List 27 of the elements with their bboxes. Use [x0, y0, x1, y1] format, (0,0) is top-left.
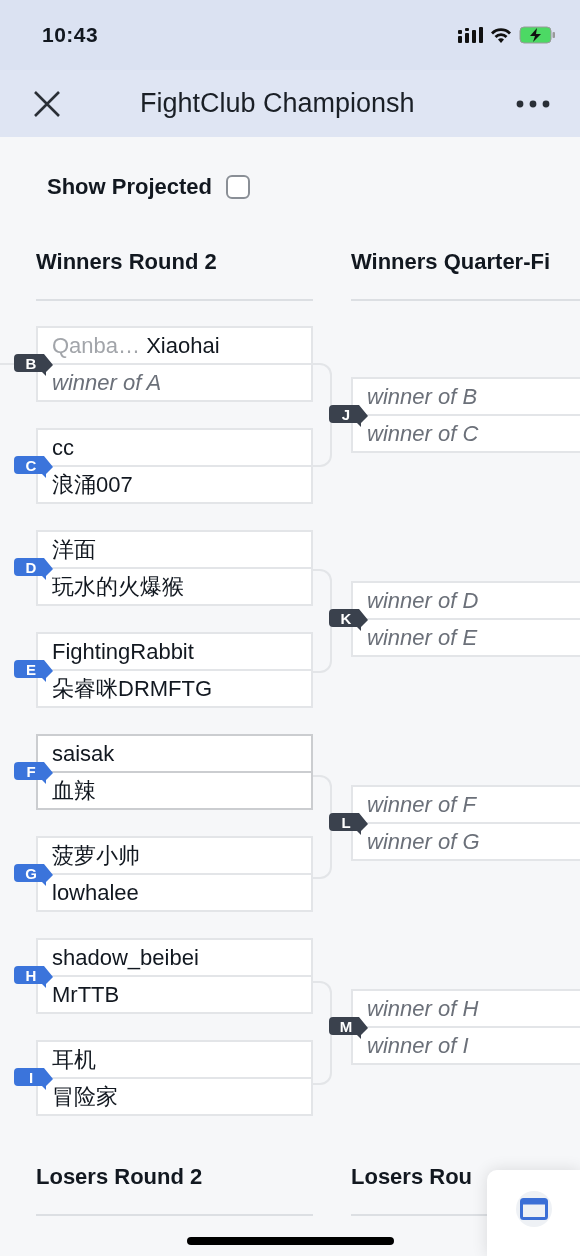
round-title: Winners Quarter-Fi [351, 248, 580, 301]
round-title: Winners Round 2 [36, 248, 313, 301]
player-name: shadow_beibei [51, 944, 200, 972]
placeholder-slot: winner of D [353, 583, 580, 618]
placeholder-slot: winner of B [353, 379, 580, 414]
wifi-icon [490, 27, 512, 43]
player-name: Xiaohai [146, 333, 220, 358]
player-name: cc [51, 434, 75, 462]
team-prefix: Qanba… [52, 333, 141, 358]
player-name: FightingRabbit [51, 638, 195, 666]
player-name: saisak [51, 740, 116, 768]
signal-icon [458, 27, 483, 43]
page-title: FightClub Championsh [140, 88, 416, 119]
close-button[interactable] [33, 89, 61, 118]
player-name: 洋面 [51, 536, 97, 564]
checkbox[interactable] [226, 175, 251, 199]
more-button[interactable] [516, 99, 550, 108]
placeholder-slot: winner of H [353, 991, 580, 1026]
window-icon [519, 1198, 548, 1220]
window-button[interactable] [487, 1170, 580, 1256]
player-name: 耳机 [51, 1046, 97, 1074]
checkbox-label: Show Projected [47, 174, 213, 200]
player-name: 菠萝小帅 [51, 842, 141, 870]
round-title: Losers Round 2 [36, 1163, 313, 1216]
battery-icon [519, 26, 556, 44]
placeholder-slot: winner of F [353, 787, 580, 822]
status-time: 10:43 [42, 23, 99, 47]
